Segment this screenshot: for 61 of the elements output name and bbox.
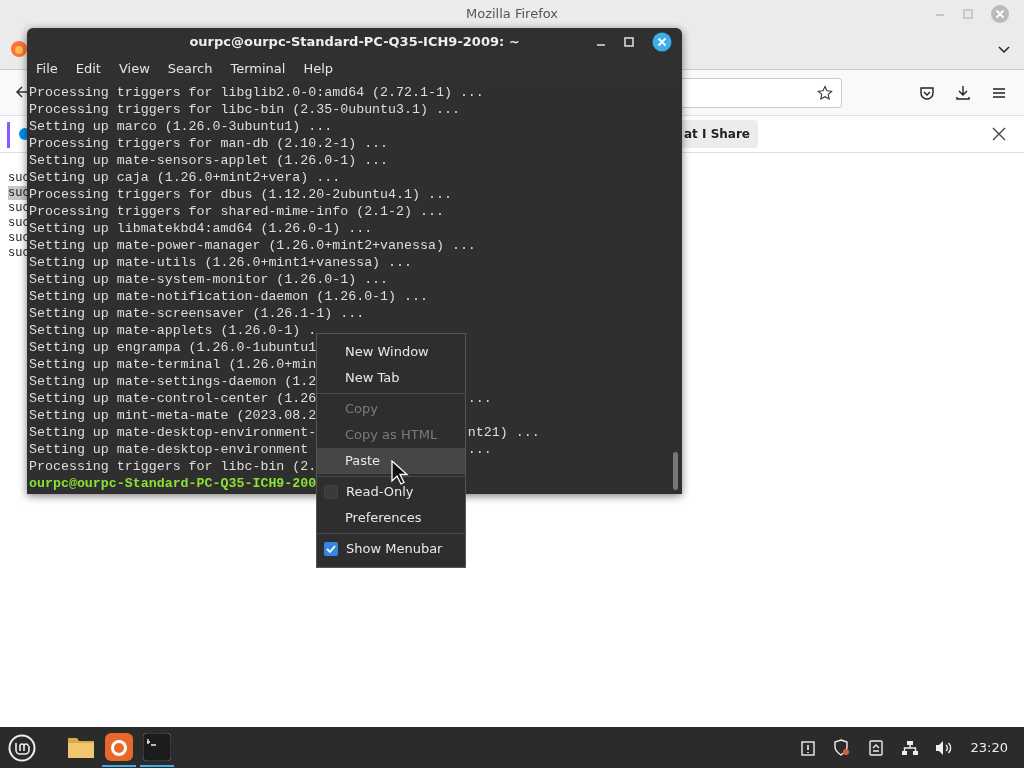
- update-icon[interactable]: [868, 739, 883, 756]
- output-line: Setting up mate-terminal (1.26.0+min: [29, 357, 317, 372]
- shell-prompt: ourpc@ourpc-Standard-PC-Q35-ICH9-200: [29, 476, 317, 491]
- menu-item[interactable]: View: [109, 59, 159, 79]
- browser-logo-icon[interactable]: [10, 39, 28, 58]
- output-line: Processing triggers for libglib2.0-0:amd64 (2.72.1-1) ...: [29, 85, 484, 100]
- browser-icon[interactable]: [105, 732, 133, 761]
- output-line: Setting up mate-desktop-environment-: [29, 425, 317, 440]
- menu-item[interactable]: Paste: [317, 448, 465, 474]
- output-line: Setting up libmatekbd4:amd64 (1.26.0-1) ...: [29, 221, 373, 236]
- output-line: Setting up mate-utils (1.26.0+mint1+vanessa) ...: [29, 255, 412, 270]
- output-line: Processing triggers for shared-mime-info (2.1-2) ...: [29, 204, 444, 219]
- share-button[interactable]: at I Share: [682, 120, 758, 148]
- download-icon[interactable]: [955, 84, 971, 101]
- menu-item[interactable]: Help: [294, 59, 343, 79]
- output-line: Processing triggers for libc-bin (2.: [29, 459, 317, 474]
- accent-bar: [7, 122, 10, 148]
- output-line: Setting up mate-screensaver (1.26.1-1) ...: [29, 306, 365, 321]
- back-arrow-icon[interactable]: [15, 85, 29, 99]
- menu-item[interactable]: New Window: [317, 339, 465, 365]
- menu-item[interactable]: Edit: [66, 59, 110, 79]
- window-title: ourpc@ourpc-Standard-PC-Q35-ICH9-2009: ~: [189, 33, 520, 52]
- output-line: Setting up engrampa (1.26.0-1ubuntu1: [29, 340, 317, 355]
- star-icon[interactable]: [817, 84, 833, 101]
- output-line: ...: [467, 391, 492, 406]
- output-line: Setting up mate-settings-daemon (1.2: [29, 374, 317, 389]
- menu-item[interactable]: New Tab: [317, 365, 465, 391]
- output-line: Processing triggers for libc-bin (2.35-0ubuntu3.1) ...: [29, 102, 460, 117]
- start-menu-icon[interactable]: [8, 733, 36, 762]
- cursor-icon: [390, 460, 410, 486]
- volume-icon[interactable]: [934, 739, 953, 756]
- menu-item[interactable]: Show Menubar: [317, 536, 465, 562]
- menu-item[interactable]: Search: [158, 59, 222, 79]
- scrollbar-thumb[interactable]: [673, 452, 678, 490]
- close-icon[interactable]: [992, 127, 1006, 141]
- menu-item[interactable]: Preferences: [317, 505, 465, 531]
- output-line: Setting up mate-notification-daemon (1.26.0-1) ...: [29, 289, 428, 304]
- close-icon[interactable]: [652, 32, 672, 52]
- network-icon[interactable]: [900, 739, 919, 756]
- output-line: Processing triggers for dbus (1.12.20-2ubuntu4.1) ...: [29, 187, 452, 202]
- shield-icon[interactable]: [833, 739, 850, 756]
- checkbox[interactable]: [324, 542, 338, 556]
- clock[interactable]: 23:20: [970, 737, 1008, 758]
- menu-item[interactable]: File: [27, 59, 67, 79]
- output-line: Setting up mint-meta-mate (2023.08.2: [29, 408, 317, 423]
- output-line: Setting up mate-system-monitor (1.26.0-1) ...: [29, 272, 389, 287]
- output-line: nt21) ...: [467, 425, 540, 440]
- output-line: ...: [467, 442, 492, 457]
- terminal-icon[interactable]: [143, 732, 171, 761]
- output-line: Setting up mate-sensors-applet (1.26.0-1) ...: [29, 153, 389, 168]
- output-line: Setting up marco (1.26.0-3ubuntu1) ...: [29, 119, 333, 134]
- output-line: Setting up mate-control-center (1.26: [29, 391, 317, 406]
- window-title: Mozilla Firefox: [466, 5, 558, 24]
- menu-item[interactable]: Read-Only: [317, 479, 465, 505]
- pocket-icon[interactable]: [919, 84, 935, 101]
- output-line: Processing triggers for man-db (2.10.2-1) ...: [29, 136, 389, 151]
- output-line: Setting up caja (1.26.0+mint2+vera) ...: [29, 170, 341, 185]
- output-line: Setting up mate-applets (1.26.0-1) .: [29, 323, 317, 338]
- output-line: Setting up mate-power-manager (1.26.0+mint2+vanessa) ...: [29, 238, 476, 253]
- menu-item[interactable]: Terminal: [221, 59, 295, 79]
- output-line: Setting up mate-desktop-environment: [29, 442, 309, 457]
